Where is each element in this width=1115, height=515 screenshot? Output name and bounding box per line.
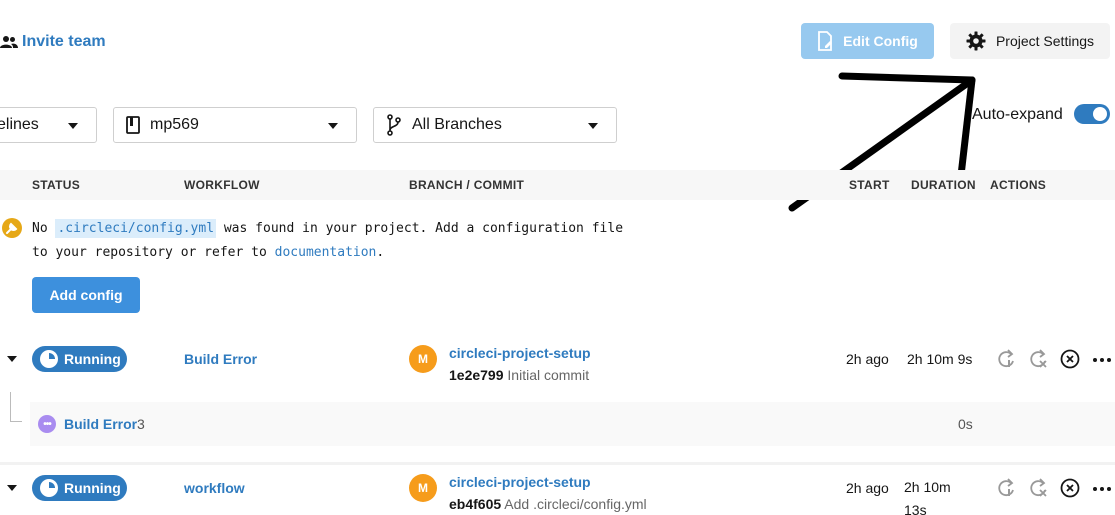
rerun-button[interactable]: [996, 478, 1016, 498]
job-status-icon: •••: [38, 415, 56, 433]
duration: 2h 10m: [904, 479, 951, 495]
chevron-down-icon: [68, 123, 78, 129]
notice-line-2: to your repository or refer to documenta…: [32, 245, 385, 260]
cancel-button[interactable]: [1060, 349, 1080, 369]
edit-config-label: Edit Config: [843, 33, 918, 49]
gear-icon: [966, 31, 986, 51]
project-settings-button[interactable]: Project Settings: [950, 23, 1110, 59]
job-duration: 0s: [958, 416, 973, 432]
status-badge: Running: [32, 346, 127, 372]
documentation-link[interactable]: documentation: [275, 245, 377, 260]
config-path-code: .circleci/config.yml: [55, 219, 217, 238]
job-count: 3: [137, 416, 145, 432]
pipelines-select-value: elines: [0, 116, 39, 133]
chevron-down-icon: [588, 123, 598, 129]
column-duration: DURATION: [911, 178, 976, 192]
job-row: [30, 402, 1115, 446]
tree-connector: [10, 392, 22, 422]
project-settings-label: Project Settings: [995, 33, 1095, 49]
add-config-label: Add config: [49, 287, 123, 303]
branch-select[interactable]: All Branches: [373, 107, 617, 143]
commit-info: eb4f605 Add .circleci/config.yml: [449, 496, 647, 512]
workflow-link[interactable]: workflow: [184, 480, 245, 496]
more-horizontal-icon: [1093, 358, 1111, 362]
invite-team-link[interactable]: Invite team: [0, 30, 106, 54]
rerun-button[interactable]: [996, 349, 1016, 369]
column-branch-commit: BRANCH / COMMIT: [409, 178, 525, 192]
start-time: 2h ago: [846, 480, 889, 496]
file-edit-icon: [818, 31, 833, 51]
avatar: M: [409, 345, 437, 373]
people-icon: [0, 36, 18, 48]
rerun-failed-icon: [1030, 349, 1047, 368]
rerun-failed-icon: [1030, 478, 1047, 497]
chevron-down-icon: [328, 123, 338, 129]
rerun-failed-button[interactable]: [1028, 349, 1048, 369]
project-select[interactable]: mp569: [113, 107, 357, 143]
commit-message: Add .circleci/config.yml: [504, 496, 647, 512]
start-time: 2h ago: [846, 351, 889, 367]
more-button[interactable]: [1092, 349, 1112, 369]
auto-expand-label: Auto-expand: [972, 106, 1063, 123]
branch-select-value: All Branches: [412, 116, 502, 133]
column-start: START: [849, 178, 890, 192]
duration: 2h 10m 9s: [907, 351, 973, 367]
auto-expand-toggle[interactable]: [1074, 104, 1110, 124]
more-button[interactable]: [1092, 478, 1112, 498]
branch-link[interactable]: circleci-project-setup: [449, 345, 591, 361]
chevron-down-icon[interactable]: [7, 485, 17, 491]
column-workflow: WORKFLOW: [184, 178, 260, 192]
edit-config-button[interactable]: Edit Config: [801, 23, 934, 59]
status-badge: Running: [32, 475, 127, 501]
invite-team-label: Invite team: [22, 33, 106, 50]
more-horizontal-icon: [1093, 487, 1111, 491]
cancel-icon: [1060, 478, 1080, 498]
add-config-button[interactable]: Add config: [32, 277, 140, 313]
notice-line-1: No .circleci/config.yml was found in you…: [32, 219, 624, 238]
rerun-icon: [998, 349, 1014, 368]
row-divider: [0, 462, 1115, 465]
git-branch-icon: [387, 114, 401, 136]
rerun-icon: [998, 478, 1014, 497]
column-actions: ACTIONS: [990, 178, 1047, 192]
commit-hash[interactable]: 1e2e799: [449, 367, 504, 383]
repo-icon: [126, 116, 140, 134]
wrench-warning-icon: [2, 218, 22, 238]
running-icon: [40, 350, 58, 368]
column-status: STATUS: [32, 178, 81, 192]
pipelines-select[interactable]: elines: [0, 107, 97, 143]
cancel-button[interactable]: [1060, 478, 1080, 498]
commit-hash[interactable]: eb4f605: [449, 496, 501, 512]
avatar: M: [409, 474, 437, 502]
commit-message: Initial commit: [507, 367, 590, 383]
rerun-failed-button[interactable]: [1028, 478, 1048, 498]
commit-info: 1e2e799 Initial commit: [449, 367, 589, 383]
cancel-icon: [1060, 349, 1080, 369]
job-link[interactable]: Build Error: [64, 416, 137, 432]
running-icon: [40, 479, 58, 497]
chevron-down-icon[interactable]: [7, 356, 17, 362]
branch-link[interactable]: circleci-project-setup: [449, 474, 591, 490]
project-select-value: mp569: [150, 116, 199, 133]
workflow-link[interactable]: Build Error: [184, 351, 257, 367]
duration-seconds: 13s: [904, 502, 927, 515]
